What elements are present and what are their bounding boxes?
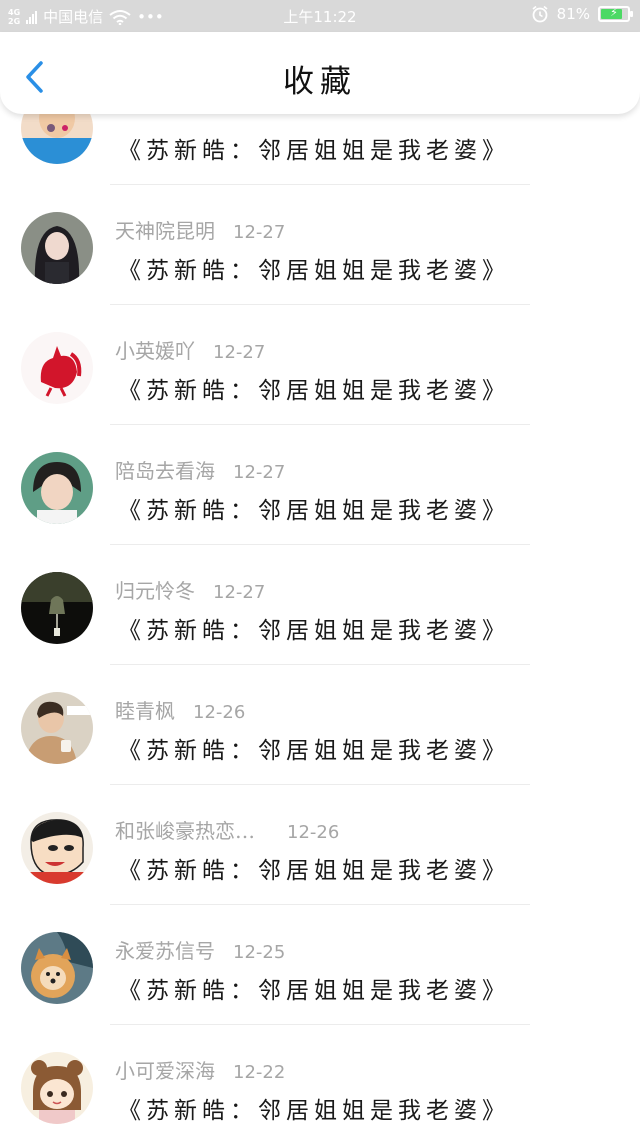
page-title: 收藏 bbox=[283, 64, 357, 100]
item-meta: 归元怜冬 12-27 bbox=[115, 575, 265, 604]
avatar[interactable] bbox=[21, 932, 93, 1004]
item-meta: 睦青枫 12-26 bbox=[115, 695, 245, 724]
item-user: 永爱苏信号 bbox=[115, 939, 215, 963]
item-title[interactable]: 《苏新皓：邻居姐姐是我老婆》 bbox=[118, 491, 510, 525]
list-item[interactable]: 小英媛吖 12-27 《苏新皓：邻居姐姐是我老婆》 bbox=[0, 305, 640, 425]
item-title[interactable]: 《苏新皓：邻居姐姐是我老婆》 bbox=[118, 611, 510, 645]
item-title[interactable]: 《苏新皓：邻居姐姐是我老婆》 bbox=[118, 371, 510, 405]
avatar[interactable] bbox=[21, 452, 93, 524]
item-meta: 永爱苏信号 12-25 bbox=[115, 935, 285, 964]
nav-header: 收藏 bbox=[0, 32, 640, 114]
item-user: 天神院昆明 bbox=[115, 219, 215, 243]
item-user: 归元怜冬 bbox=[115, 579, 195, 603]
item-date: 12-26 bbox=[193, 702, 246, 723]
avatar[interactable] bbox=[21, 1052, 93, 1124]
item-date: 12-26 bbox=[287, 822, 340, 843]
item-date: 12-25 bbox=[233, 942, 286, 963]
item-title[interactable]: 《苏新皓：邻居姐姐是我老婆》 bbox=[118, 971, 510, 1005]
item-date: 12-27 bbox=[213, 582, 266, 603]
item-meta: 和张峻豪热恋… 12-26 bbox=[115, 815, 339, 844]
avatar[interactable] bbox=[21, 692, 93, 764]
list-item[interactable]: 陪岛去看海 12-27 《苏新皓：邻居姐姐是我老婆》 bbox=[0, 425, 640, 545]
item-meta: 小可爱深海 12-22 bbox=[115, 1055, 285, 1084]
item-date: 12-27 bbox=[213, 342, 266, 363]
item-user: 和张峻豪热恋… bbox=[115, 819, 255, 843]
list-item[interactable]: 睦青枫 12-26 《苏新皓：邻居姐姐是我老婆》 bbox=[0, 665, 640, 785]
item-title[interactable]: 《苏新皓：邻居姐姐是我老婆》 bbox=[118, 251, 510, 285]
item-meta: 小英媛吖 12-27 bbox=[115, 335, 265, 364]
list-item[interactable]: 天神院昆明 12-27 《苏新皓：邻居姐姐是我老婆》 bbox=[0, 185, 640, 305]
item-user: 小可爱深海 bbox=[115, 1059, 215, 1083]
item-user: 陪岛去看海 bbox=[115, 459, 215, 483]
item-title[interactable]: 《苏新皓：邻居姐姐是我老婆》 bbox=[118, 1091, 510, 1125]
item-date: 12-27 bbox=[233, 462, 286, 483]
avatar[interactable] bbox=[21, 332, 93, 404]
item-date: 12-22 bbox=[233, 1062, 286, 1083]
list-item[interactable]: 永爱苏信号 12-25 《苏新皓：邻居姐姐是我老婆》 bbox=[0, 905, 640, 1025]
item-user: 睦青枫 bbox=[115, 699, 175, 723]
avatar[interactable] bbox=[21, 572, 93, 644]
item-date: 12-27 bbox=[233, 222, 286, 243]
item-user: 小英媛吖 bbox=[115, 339, 195, 363]
item-title[interactable]: 《苏新皓：邻居姐姐是我老婆》 bbox=[118, 731, 510, 765]
item-meta: 陪岛去看海 12-27 bbox=[115, 455, 285, 484]
item-meta: 天神院昆明 12-27 bbox=[115, 215, 285, 244]
list-item[interactable]: 归元怜冬 12-27 《苏新皓：邻居姐姐是我老婆》 bbox=[0, 545, 640, 665]
list-item[interactable]: 和张峻豪热恋… 12-26 《苏新皓：邻居姐姐是我老婆》 bbox=[0, 785, 640, 905]
list-item[interactable]: 小可爱深海 12-22 《苏新皓：邻居姐姐是我老婆》 bbox=[0, 1025, 640, 1138]
item-title[interactable]: 《苏新皓：邻居姐姐是我老婆》 bbox=[118, 131, 510, 165]
avatar[interactable] bbox=[21, 812, 93, 884]
favorites-list: 《苏新皓：邻居姐姐是我老婆》 天神院昆明 12-27 《苏新皓：邻居姐姐是我老婆》… bbox=[0, 0, 640, 1138]
item-title[interactable]: 《苏新皓：邻居姐姐是我老婆》 bbox=[118, 851, 510, 885]
avatar[interactable] bbox=[21, 212, 93, 284]
